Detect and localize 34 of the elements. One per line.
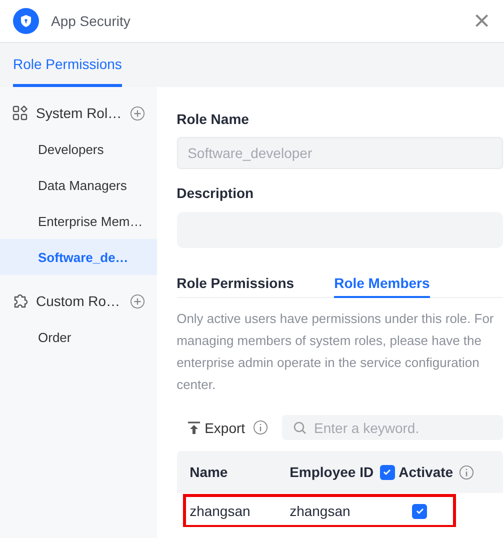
sidebar-item[interactable]: Order bbox=[0, 319, 157, 355]
close-button[interactable]: × bbox=[474, 7, 490, 35]
column-header: Employee ID bbox=[290, 464, 374, 480]
activate-checkbox[interactable] bbox=[412, 504, 428, 518]
notice-text: Only active users have permissions under this role. For managing members of system roles, please have the enterprise admin operate in the service configuration center. bbox=[176, 310, 495, 394]
tab[interactable]: Role Permissions bbox=[176, 275, 294, 298]
upload-icon bbox=[186, 420, 201, 434]
table-cell-text: zhangsan bbox=[190, 503, 252, 519]
group-label: System Rol… bbox=[36, 105, 122, 121]
column-header: Activate bbox=[398, 464, 454, 480]
search-field[interactable]: Enter a keyword. bbox=[282, 415, 504, 440]
grid-icon bbox=[12, 105, 28, 121]
puzzle-icon bbox=[12, 293, 28, 309]
add-icon[interactable] bbox=[130, 106, 145, 120]
sidebar-item[interactable]: Developers bbox=[0, 131, 157, 167]
tab[interactable]: Role Members bbox=[334, 275, 430, 298]
export-button[interactable]: Export bbox=[176, 420, 246, 436]
field-label: Role Name bbox=[176, 111, 250, 127]
select-all-checkbox[interactable] bbox=[380, 464, 395, 480]
field-label: Description bbox=[176, 185, 255, 201]
group-label: Custom Ro… bbox=[36, 293, 122, 309]
add-icon[interactable] bbox=[130, 294, 145, 308]
window-title: App Security bbox=[51, 13, 132, 29]
shield-logo-icon bbox=[13, 8, 39, 34]
sidebar-item[interactable]: Data Managers bbox=[0, 167, 157, 203]
search-icon bbox=[293, 421, 308, 435]
check-icon bbox=[382, 467, 392, 477]
info-icon[interactable] bbox=[253, 420, 268, 435]
sidebar-item[interactable]: Software_de… bbox=[0, 239, 157, 275]
table-cell-text: zhangsan bbox=[290, 503, 352, 519]
check-icon bbox=[414, 506, 425, 516]
sidebar-item[interactable]: Enterprise Mem… bbox=[0, 203, 157, 239]
column-header: Name bbox=[190, 464, 229, 480]
info-icon[interactable] bbox=[459, 464, 474, 480]
